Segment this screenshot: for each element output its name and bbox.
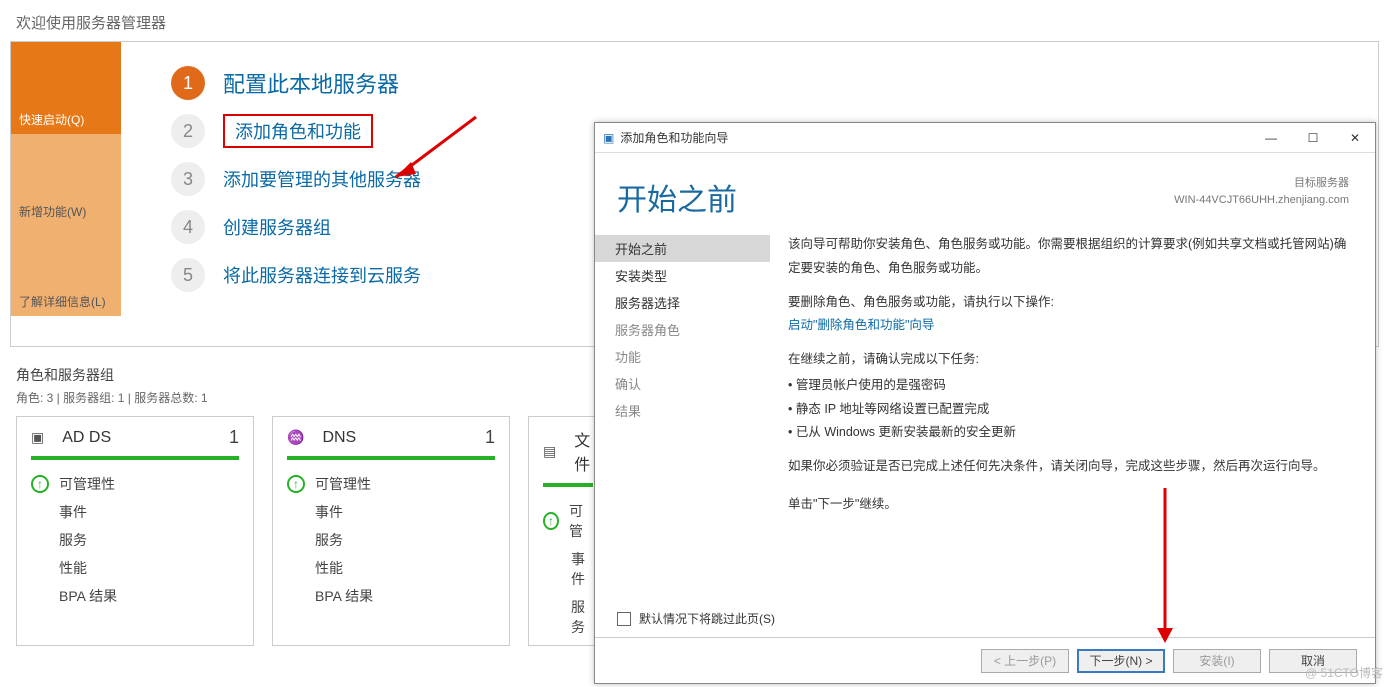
- card-item-services[interactable]: 服务: [31, 530, 239, 550]
- wizard-remove-intro: 要删除角色、角色服务或功能，请执行以下操作:: [788, 291, 1349, 315]
- step-configure-server[interactable]: 1 配置此本地服务器: [171, 66, 1378, 100]
- step-number-icon: 1: [171, 66, 205, 100]
- step-label: 创建服务器组: [223, 214, 331, 240]
- close-button[interactable]: ✕: [1341, 131, 1369, 145]
- page-title: 欢迎使用服务器管理器: [0, 0, 1389, 41]
- tile-learnmore[interactable]: 了解详细信息(L): [11, 226, 121, 316]
- install-button: 安装(I): [1173, 649, 1261, 673]
- card-item-performance[interactable]: 性能: [287, 558, 495, 578]
- card-count: 1: [485, 427, 495, 448]
- card-title: AD DS: [62, 429, 111, 447]
- card-item-services[interactable]: 服务: [543, 597, 593, 637]
- wizard-nav-features: 功能: [595, 343, 770, 370]
- status-ok-icon: ↑: [287, 475, 305, 493]
- wizard-verify-text: 如果你必须验证是否已完成上述任何先决条件，请关闭向导，完成这些步骤，然后再次运行…: [788, 455, 1349, 479]
- launch-remove-wizard-link[interactable]: 启动"删除角色和功能"向导: [788, 314, 1349, 338]
- wizard-icon: ▣: [603, 131, 614, 145]
- wizard-nav-results: 结果: [595, 397, 770, 424]
- step-number-icon: 5: [171, 258, 205, 292]
- card-title: DNS: [322, 429, 356, 447]
- card-item-manageability[interactable]: ↑可管: [543, 501, 593, 541]
- next-button[interactable]: 下一步(N) >: [1077, 649, 1165, 673]
- wizard-prereq-item: 静态 IP 地址等网络设置已配置完成: [788, 398, 1349, 422]
- wizard-nav: 开始之前 安装类型 服务器选择 服务器角色 功能 确认 结果: [595, 229, 770, 604]
- wizard-click-next-text: 单击"下一步"继续。: [788, 493, 1349, 517]
- step-number-icon: 2: [171, 114, 205, 148]
- card-item-bpa[interactable]: BPA 结果: [31, 586, 239, 606]
- role-icon: ▤: [543, 443, 556, 460]
- card-item-manageability[interactable]: ↑可管理性: [31, 474, 239, 494]
- step-number-icon: 4: [171, 210, 205, 244]
- card-item-services[interactable]: 服务: [287, 530, 495, 550]
- card-item-events[interactable]: 事件: [543, 549, 593, 589]
- quickstart-tiles: 快速启动(Q) 新增功能(W) 了解详细信息(L): [11, 42, 121, 316]
- wizard-intro-text: 该向导可帮助你安装角色、角色服务或功能。你需要根据组织的计算要求(例如共享文档或…: [788, 233, 1349, 281]
- card-item-performance[interactable]: 性能: [31, 558, 239, 578]
- status-ok-icon: ↑: [543, 512, 559, 530]
- role-card-dns[interactable]: ♒ DNS 1 ↑可管理性 事件 服务 性能 BPA 结果: [272, 416, 510, 646]
- step-label: 添加角色和功能: [223, 114, 373, 148]
- role-card-adds[interactable]: ▣ AD DS 1 ↑可管理性 事件 服务 性能 BPA 结果: [16, 416, 254, 646]
- wizard-confirm-intro: 在继续之前，请确认完成以下任务:: [788, 348, 1349, 372]
- prev-button: < 上一步(P): [981, 649, 1069, 673]
- wizard-title: 添加角色和功能向导: [620, 129, 728, 146]
- wizard-nav-server[interactable]: 服务器选择: [595, 289, 770, 316]
- skip-page-label: 默认情况下将跳过此页(S): [639, 610, 775, 627]
- card-item-events[interactable]: 事件: [31, 502, 239, 522]
- wizard-footer: < 上一步(P) 下一步(N) > 安装(I) 取消: [595, 637, 1375, 683]
- card-count: 1: [229, 427, 239, 448]
- skip-page-checkbox[interactable]: [617, 612, 631, 626]
- wizard-titlebar[interactable]: ▣ 添加角色和功能向导 — ☐ ✕: [595, 123, 1375, 153]
- card-title: 文件: [574, 427, 593, 475]
- card-item-performance[interactable]: 性能: [543, 645, 593, 646]
- wizard-nav-type[interactable]: 安装类型: [595, 262, 770, 289]
- card-item-bpa[interactable]: BPA 结果: [287, 586, 495, 606]
- minimize-button[interactable]: —: [1257, 131, 1285, 145]
- wizard-target-server: 目标服务器 WIN-44VCJT66UHH.zhenjiang.com: [1174, 175, 1349, 208]
- step-label: 添加要管理的其他服务器: [223, 166, 421, 192]
- step-label: 将此服务器连接到云服务: [223, 262, 421, 288]
- watermark: @ 51CTO博客: [1305, 664, 1383, 681]
- wizard-content: 该向导可帮助你安装角色、角色服务或功能。你需要根据组织的计算要求(例如共享文档或…: [770, 229, 1375, 604]
- tile-quickstart[interactable]: 快速启动(Q): [11, 42, 121, 134]
- role-icon: ▣: [31, 429, 44, 446]
- card-item-events[interactable]: 事件: [287, 502, 495, 522]
- wizard-nav-confirm: 确认: [595, 370, 770, 397]
- add-roles-wizard-dialog: ▣ 添加角色和功能向导 — ☐ ✕ 开始之前 目标服务器 WIN-44VCJT6…: [594, 122, 1376, 684]
- maximize-button[interactable]: ☐: [1299, 131, 1327, 145]
- wizard-nav-before[interactable]: 开始之前: [595, 235, 770, 262]
- step-number-icon: 3: [171, 162, 205, 196]
- wizard-heading: 开始之前: [617, 175, 737, 219]
- step-label: 配置此本地服务器: [223, 67, 399, 99]
- wizard-prereq-item: 已从 Windows 更新安装最新的安全更新: [788, 421, 1349, 445]
- card-item-manageability[interactable]: ↑可管理性: [287, 474, 495, 494]
- wizard-prereq-item: 管理员帐户使用的是强密码: [788, 374, 1349, 398]
- role-icon: ♒: [287, 429, 304, 446]
- tile-whatsnew[interactable]: 新增功能(W): [11, 134, 121, 226]
- wizard-nav-roles: 服务器角色: [595, 316, 770, 343]
- status-ok-icon: ↑: [31, 475, 49, 493]
